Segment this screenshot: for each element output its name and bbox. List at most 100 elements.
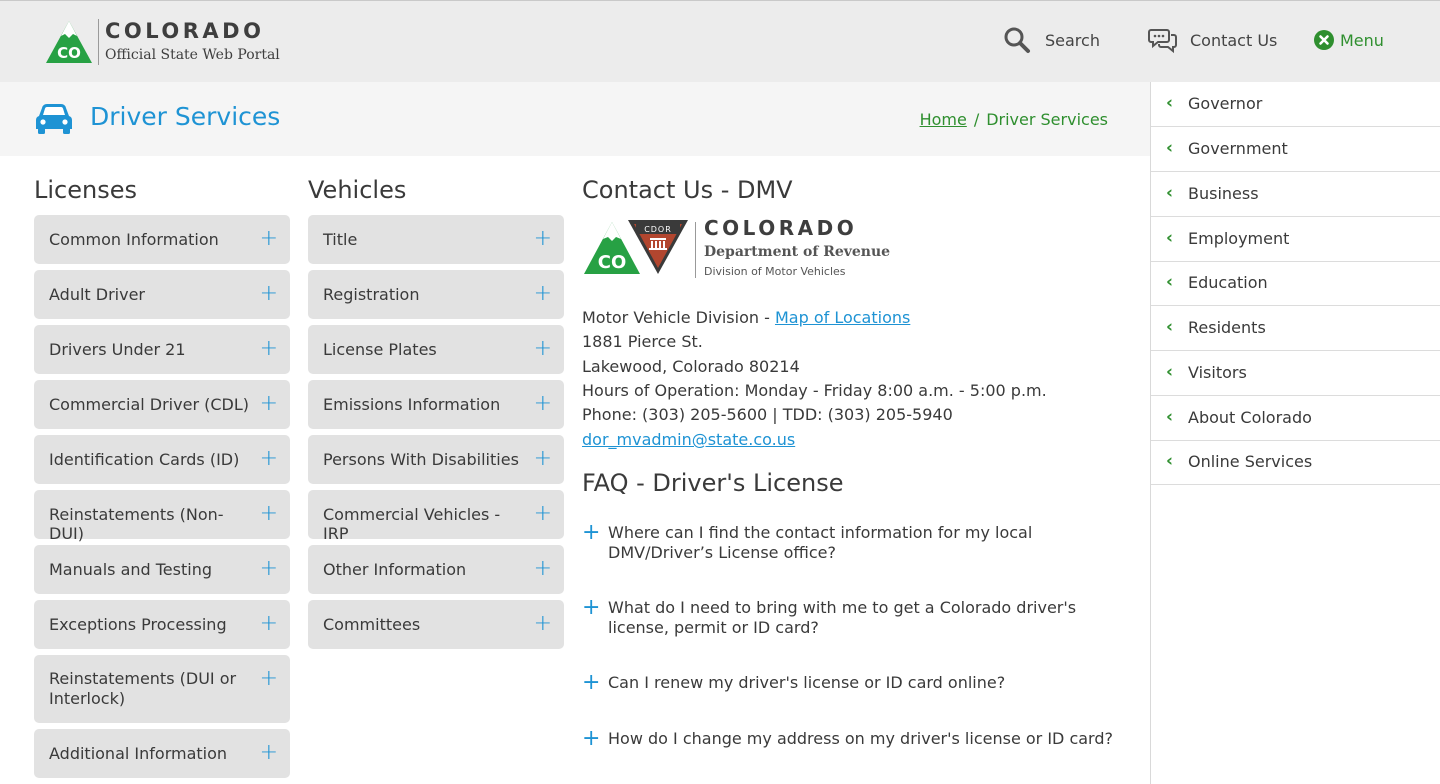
sidebar-item-label: Government bbox=[1188, 139, 1288, 158]
plus-icon: + bbox=[582, 726, 601, 751]
cdor-org-name: COLORADO Department of Revenue Division … bbox=[704, 216, 890, 278]
cdor-logo-divider bbox=[695, 222, 696, 278]
plus-icon: + bbox=[259, 556, 278, 581]
email-line: dor_mvadmin@state.co.us bbox=[582, 430, 795, 450]
accordion-title[interactable]: Title + bbox=[308, 215, 564, 264]
search-button[interactable]: Search bbox=[1003, 26, 1100, 54]
faq-question: Can I renew my driver's license or ID ca… bbox=[608, 673, 1006, 692]
accordion-label: Common Information bbox=[49, 230, 219, 249]
email-link[interactable]: dor_mvadmin@state.co.us bbox=[582, 430, 795, 449]
sidebar-item-label: Education bbox=[1188, 273, 1268, 292]
chevron-left-icon: ‹ bbox=[1166, 272, 1174, 292]
accordion-label: Emissions Information bbox=[323, 395, 501, 414]
plus-icon: + bbox=[582, 670, 601, 695]
accordion-label: License Plates bbox=[323, 340, 437, 359]
accordion-commercial-vehicles-irp[interactable]: Commercial Vehicles - IRP + bbox=[308, 490, 564, 543]
plus-icon: + bbox=[259, 281, 278, 306]
plus-icon: + bbox=[533, 446, 552, 471]
sidebar-item-label: Visitors bbox=[1188, 363, 1247, 382]
sidebar-item-label: Employment bbox=[1188, 229, 1290, 248]
accordion-identification-cards[interactable]: Identification Cards (ID) + bbox=[34, 435, 290, 484]
sidebar-item-visitors[interactable]: ‹ Visitors bbox=[1151, 351, 1440, 396]
accordion-label: Identification Cards (ID) bbox=[49, 450, 240, 469]
page-header: Driver Services Home / Driver Services bbox=[0, 82, 1150, 156]
faq-heading: FAQ - Driver's License bbox=[582, 469, 844, 497]
svg-text:CDOR: CDOR bbox=[644, 225, 672, 234]
accordion-reinstatements-non-dui[interactable]: Reinstatements (Non-DUI) + bbox=[34, 490, 290, 543]
chevron-left-icon: ‹ bbox=[1166, 451, 1174, 471]
contact-us-button[interactable]: Contact Us bbox=[1148, 26, 1277, 54]
faq-item-what-to-bring[interactable]: + What do I need to bring with me to get… bbox=[582, 595, 1122, 638]
faq-item-dmv-contact[interactable]: + Where can I find the contact informati… bbox=[582, 520, 1122, 563]
car-icon bbox=[36, 104, 72, 134]
contact-us-label: Contact Us bbox=[1190, 30, 1278, 50]
sidebar-item-label: Residents bbox=[1188, 318, 1266, 337]
accordion-reinstatements-dui[interactable]: Reinstatements (DUI or Interlock) + bbox=[34, 655, 290, 723]
sidebar-item-government[interactable]: ‹ Government bbox=[1151, 127, 1440, 172]
map-of-locations-link[interactable]: Map of Locations bbox=[775, 308, 910, 327]
accordion-label: Registration bbox=[323, 285, 420, 304]
plus-icon: + bbox=[259, 226, 278, 251]
sidebar-item-online-services[interactable]: ‹ Online Services bbox=[1151, 440, 1440, 485]
plus-icon: + bbox=[582, 595, 601, 620]
cdor-department: Department of Revenue bbox=[704, 244, 891, 260]
accordion-additional-information[interactable]: Additional Information + bbox=[34, 729, 290, 778]
accordion-label: Exceptions Processing bbox=[49, 615, 227, 634]
chevron-left-icon: ‹ bbox=[1166, 317, 1174, 337]
accordion-common-information[interactable]: Common Information + bbox=[34, 215, 290, 264]
chevron-left-icon: ‹ bbox=[1166, 407, 1174, 427]
accordion-adult-driver[interactable]: Adult Driver + bbox=[34, 270, 290, 319]
sidebar-item-about-colorado[interactable]: ‹ About Colorado bbox=[1151, 396, 1440, 441]
chevron-left-icon: ‹ bbox=[1166, 228, 1174, 248]
street-address: 1881 Pierce St. bbox=[582, 332, 703, 351]
plus-icon: + bbox=[259, 446, 278, 471]
page-title: Driver Services bbox=[90, 102, 281, 131]
plus-icon: + bbox=[259, 611, 278, 636]
accordion-license-plates[interactable]: License Plates + bbox=[308, 325, 564, 374]
sidebar-item-governor[interactable]: ‹ Governor bbox=[1151, 82, 1440, 127]
colorado-brand[interactable]: CO COLORADO Official State Web Portal bbox=[44, 19, 280, 65]
cdor-division: Division of Motor Vehicles bbox=[704, 265, 846, 278]
breadcrumb-home-link[interactable]: Home bbox=[920, 110, 967, 129]
accordion-other-information[interactable]: Other Information + bbox=[308, 545, 564, 594]
accordion-label: Other Information bbox=[323, 560, 467, 579]
plus-icon: + bbox=[582, 520, 601, 545]
menu-button[interactable]: Menu bbox=[1314, 30, 1384, 50]
faq-question: How do I change my address on my driver'… bbox=[608, 729, 1113, 748]
sidebar-item-employment[interactable]: ‹ Employment bbox=[1151, 217, 1440, 262]
sidebar-item-residents[interactable]: ‹ Residents bbox=[1151, 306, 1440, 351]
accordion-persons-with-disabilities[interactable]: Persons With Disabilities + bbox=[308, 435, 564, 484]
top-bar: CO COLORADO Official State Web Portal Se… bbox=[0, 0, 1440, 82]
vehicles-heading: Vehicles bbox=[308, 176, 407, 204]
breadcrumb: Home / Driver Services bbox=[920, 110, 1108, 129]
accordion-drivers-under-21[interactable]: Drivers Under 21 + bbox=[34, 325, 290, 374]
accordion-label: Persons With Disabilities bbox=[323, 450, 519, 469]
brand-divider bbox=[98, 19, 99, 65]
search-label: Search bbox=[1045, 30, 1100, 50]
faq-item-change-address[interactable]: + How do I change my address on my drive… bbox=[582, 726, 1122, 751]
faq-item-renew-online[interactable]: + Can I renew my driver's license or ID … bbox=[582, 670, 1122, 695]
accordion-emissions-information[interactable]: Emissions Information + bbox=[308, 380, 564, 429]
accordion-committees[interactable]: Committees + bbox=[308, 600, 564, 649]
sidebar-item-label: Governor bbox=[1188, 94, 1263, 113]
close-circle-icon bbox=[1314, 30, 1334, 50]
accordion-exceptions-processing[interactable]: Exceptions Processing + bbox=[34, 600, 290, 649]
accordion-label: Commercial Driver (CDL) bbox=[49, 395, 249, 414]
accordion-label: Reinstatements (DUI or Interlock) bbox=[49, 669, 237, 708]
sidebar-item-business[interactable]: ‹ Business bbox=[1151, 172, 1440, 217]
accordion-label: Committees bbox=[323, 615, 421, 634]
sidebar-item-education[interactable]: ‹ Education bbox=[1151, 261, 1440, 306]
cdor-title: COLORADO bbox=[704, 216, 858, 240]
accordion-registration[interactable]: Registration + bbox=[308, 270, 564, 319]
accordion-label: Manuals and Testing bbox=[49, 560, 212, 579]
accordion-label: Drivers Under 21 bbox=[49, 340, 186, 359]
division-line: Motor Vehicle Division - Map of Location… bbox=[582, 308, 910, 328]
accordion-label: Additional Information bbox=[49, 744, 228, 763]
accordion-commercial-driver[interactable]: Commercial Driver (CDL) + bbox=[34, 380, 290, 429]
accordion-manuals-and-testing[interactable]: Manuals and Testing + bbox=[34, 545, 290, 594]
sidebar-item-label: Business bbox=[1188, 184, 1259, 203]
chevron-left-icon: ‹ bbox=[1166, 362, 1174, 382]
chevron-left-icon: ‹ bbox=[1166, 93, 1174, 113]
plus-icon: + bbox=[533, 391, 552, 416]
accordion-label: Reinstatements (Non-DUI) bbox=[49, 505, 224, 543]
